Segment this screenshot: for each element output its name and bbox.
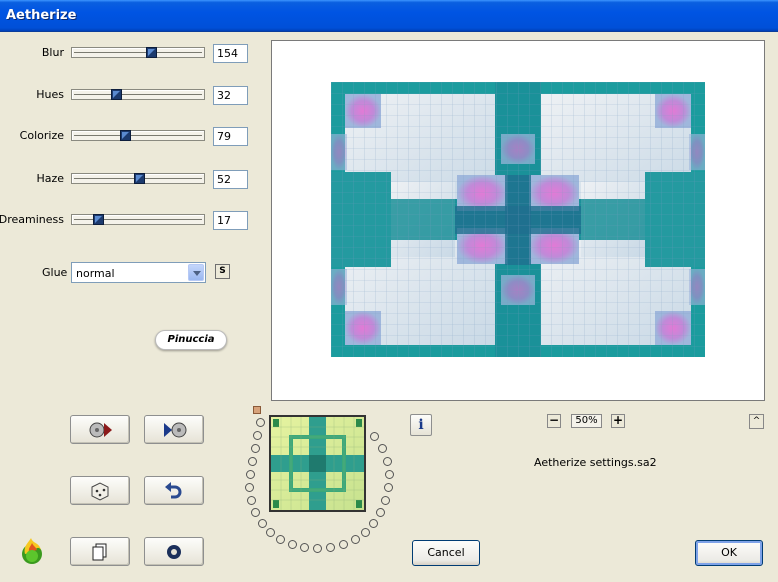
slider-thumb-dreaminess[interactable] <box>93 214 105 225</box>
haze-value-field[interactable]: 52 <box>213 170 248 189</box>
preset-dot[interactable] <box>361 528 370 537</box>
preset-dot[interactable] <box>258 519 267 528</box>
slider-hues[interactable] <box>71 89 205 100</box>
preview-image <box>331 82 705 357</box>
random-right-button[interactable] <box>144 415 204 444</box>
glue-s-button[interactable]: S <box>215 264 230 279</box>
preset-dot[interactable] <box>248 457 257 466</box>
slider-thumb-haze[interactable] <box>134 173 146 184</box>
preset-dot[interactable] <box>251 444 260 453</box>
slider-haze[interactable] <box>71 173 205 184</box>
preview-panel[interactable] <box>271 40 765 401</box>
glue-label: Glue <box>42 266 68 279</box>
blur-value-field[interactable]: 154 <box>213 44 248 63</box>
slider-label-dreaminess: Dreaminess <box>0 213 64 226</box>
pinuccia-logo: Pinuccia <box>155 330 227 350</box>
preset-dot[interactable] <box>251 508 260 517</box>
slider-row-hues: Hues 32 <box>0 85 260 105</box>
slider-blur[interactable] <box>71 47 205 58</box>
preset-dot[interactable] <box>266 528 275 537</box>
preset-dot[interactable] <box>247 496 256 505</box>
zoom-in-button[interactable]: + <box>611 414 625 428</box>
slider-row-colorize: Colorize 79 <box>0 126 260 146</box>
thumbnail-preview[interactable] <box>269 415 366 512</box>
preset-dot[interactable] <box>300 543 309 552</box>
slider-thumb-hues[interactable] <box>110 89 122 100</box>
preset-dot[interactable] <box>339 540 348 549</box>
undo-button[interactable] <box>144 476 204 505</box>
dreaminess-value-field[interactable]: 17 <box>213 211 248 230</box>
random-left-button[interactable] <box>70 415 130 444</box>
dialog-body: Blur 154 Hues 32 Colorize 79 Haze 52 Dre… <box>0 32 778 582</box>
zoom-out-button[interactable]: − <box>547 414 561 428</box>
preset-dot[interactable] <box>246 470 255 479</box>
preset-dot[interactable] <box>369 519 378 528</box>
zoom-level: 50% <box>571 414 602 428</box>
slider-row-haze: Haze 52 <box>0 169 260 189</box>
preset-dot[interactable] <box>276 535 285 544</box>
arrow-disc-icon <box>164 422 187 438</box>
title-bar[interactable]: Aetherize <box>0 0 778 32</box>
ring-icon <box>167 545 181 559</box>
slider-colorize[interactable] <box>71 130 205 141</box>
slider-thumb-blur[interactable] <box>146 47 158 58</box>
slider-label-hues: Hues <box>36 88 64 101</box>
cancel-button[interactable]: Cancel <box>412 540 480 566</box>
hues-value-field[interactable]: 32 <box>213 86 248 105</box>
preset-dot[interactable] <box>253 431 262 440</box>
chevron-down-icon[interactable] <box>188 264 204 281</box>
preset-dot[interactable] <box>378 444 387 453</box>
collapse-button[interactable]: ^ <box>749 414 764 429</box>
glue-selected-value: normal <box>76 267 115 280</box>
slider-label-colorize: Colorize <box>19 129 64 142</box>
disc-arrow-icon <box>89 422 112 438</box>
glue-dropdown[interactable]: normal <box>71 262 206 283</box>
preset-dot[interactable] <box>385 470 394 479</box>
info-icon: i <box>418 417 424 433</box>
slider-row-blur: Blur 154 <box>0 43 260 63</box>
colorize-value-field[interactable]: 79 <box>213 127 248 146</box>
preset-dot[interactable] <box>245 483 254 492</box>
info-button[interactable]: i <box>410 414 432 436</box>
navigator-handle[interactable] <box>253 406 261 414</box>
preset-dot[interactable] <box>313 544 322 553</box>
pages-icon <box>92 543 107 561</box>
window-title: Aetherize <box>6 8 77 23</box>
slider-label-haze: Haze <box>36 172 64 185</box>
preset-dot[interactable] <box>256 418 265 427</box>
flame-logo-icon <box>22 538 42 564</box>
preset-dot[interactable] <box>384 483 393 492</box>
slider-label-blur: Blur <box>41 46 64 59</box>
slider-thumb-colorize[interactable] <box>119 130 131 141</box>
preset-dot[interactable] <box>381 496 390 505</box>
randomize-button[interactable] <box>70 476 130 505</box>
preset-dot[interactable] <box>376 508 385 517</box>
preset-dot[interactable] <box>351 535 360 544</box>
ok-button[interactable]: OK <box>695 540 763 566</box>
preset-dot[interactable] <box>370 432 379 441</box>
preset-dot[interactable] <box>326 543 335 552</box>
settings-file-name: Aetherize settings.sa2 <box>534 456 657 469</box>
reset-button[interactable] <box>144 537 204 566</box>
copy-button[interactable] <box>70 537 130 566</box>
preset-dot[interactable] <box>383 457 392 466</box>
dice-icon <box>91 482 109 501</box>
undo-icon <box>165 482 182 499</box>
slider-row-dreaminess: Dreaminess 17 <box>0 210 260 230</box>
slider-dreaminess[interactable] <box>71 214 205 225</box>
preset-dot[interactable] <box>288 540 297 549</box>
